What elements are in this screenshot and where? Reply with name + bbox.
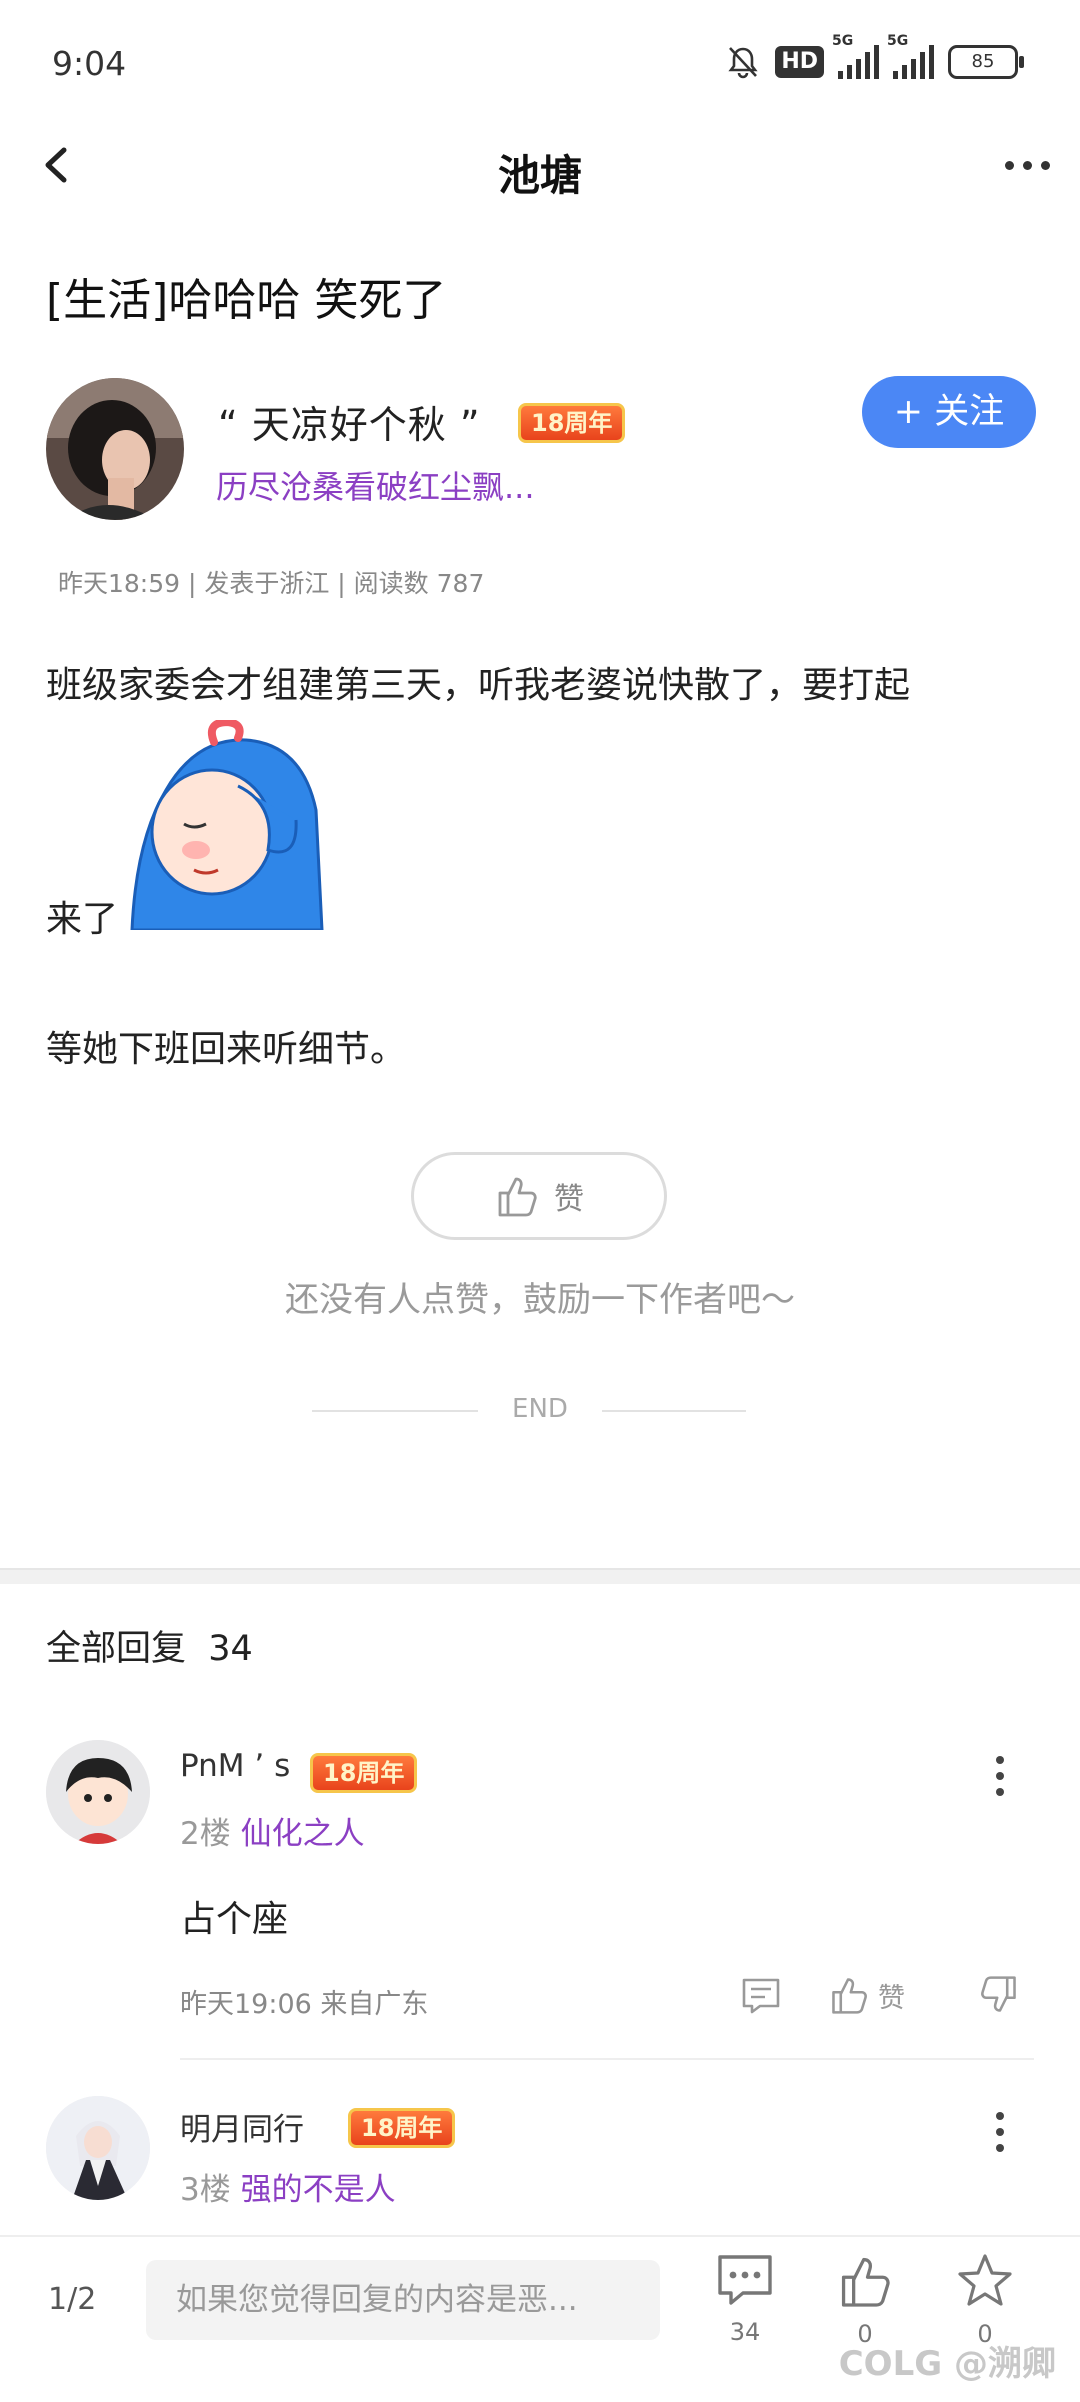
section-divider — [0, 1568, 1080, 1584]
reply-input[interactable]: 如果您觉得回复的内容是恶... — [146, 2260, 660, 2340]
star-icon — [958, 2254, 1012, 2306]
favorite-button[interactable]: 0 — [950, 2252, 1020, 2348]
reply-button[interactable] — [740, 1976, 782, 2016]
hd-badge: HD — [775, 46, 824, 78]
status-icons: HD 5G 5G 85 — [725, 33, 1024, 80]
commenter-name[interactable]: 明月同行 — [180, 2104, 304, 2149]
follow-button[interactable]: + 关注 — [862, 376, 1036, 448]
post-body-text: 来了 — [46, 899, 119, 940]
facepalm-sticker — [126, 717, 332, 932]
like-button[interactable]: 赞 — [411, 1152, 667, 1240]
signal-icon: 5G — [832, 33, 879, 79]
divider — [602, 1410, 746, 1412]
comment-more-button[interactable] — [990, 2112, 1010, 2152]
floor-label: 3楼 强的不是人 — [180, 2172, 396, 2208]
author-name[interactable]: “ 天凉好个秋 ” — [218, 394, 481, 449]
thumbs-up-icon — [841, 2257, 890, 2307]
comment-like-label: 赞 — [878, 1982, 905, 2014]
signal-icon: 5G — [887, 33, 934, 79]
anniversary-badge: 18周年 — [348, 2108, 456, 2148]
status-time: 9:04 — [52, 44, 127, 83]
thumbs-down-icon — [981, 1976, 1016, 2012]
author-avatar[interactable] — [46, 378, 184, 520]
avatar[interactable] — [46, 1740, 150, 1844]
author-signature: 历尽沧桑看破红尘飘... — [216, 468, 535, 506]
end-marker: END — [512, 1394, 568, 1424]
comment-icon — [742, 1978, 780, 2014]
thumbs-up-icon — [832, 1978, 867, 2014]
page-indicator[interactable]: 1/2 — [48, 2282, 96, 2317]
battery-icon: 85 — [948, 45, 1024, 79]
comment-like-button[interactable]: 赞 — [828, 1974, 905, 2016]
like-label: 赞 — [554, 1182, 584, 1217]
post-body-text: 班级家委会才组建第三天，听我老婆说快散了，要打起 — [46, 665, 911, 706]
watermark: COLG @溯卿 — [838, 2344, 1056, 2384]
anniversary-badge: 18周年 — [518, 403, 626, 443]
post-meta: 昨天18:59 | 发表于浙江 | 阅读数 787 — [58, 569, 485, 598]
more-options-button[interactable] — [1000, 148, 1054, 182]
post-body-text: 等她下班回来听细节。 — [46, 1029, 407, 1070]
page-title: 池塘 — [497, 151, 582, 200]
comment-count: 34 — [729, 2318, 761, 2346]
like-post-button[interactable]: 0 — [830, 2252, 900, 2348]
avatar[interactable] — [46, 2096, 150, 2200]
comment-meta: 昨天19:06 来自广东 — [180, 1989, 429, 2020]
comment-more-button[interactable] — [990, 1756, 1010, 1796]
anniversary-badge: 18周年 — [310, 1753, 418, 1793]
comments-button[interactable]: 34 — [710, 2252, 780, 2346]
comment-separator — [180, 2058, 1034, 2060]
mute-bell-icon — [728, 47, 758, 79]
thumbs-up-icon — [498, 1177, 537, 1217]
comment-icon — [718, 2255, 772, 2305]
comment-dislike-button[interactable] — [978, 1974, 1020, 2016]
replies-header: 全部回复 34 — [46, 1629, 253, 1669]
floor-label: 2楼 仙化之人 — [180, 1816, 365, 1852]
comment-text: 占个座 — [180, 1899, 289, 1940]
reply-count: 34 — [208, 1629, 253, 1669]
like-hint: 还没有人点赞，鼓励一下作者吧～ — [285, 1280, 795, 1320]
commenter-name[interactable]: PnM ’ s — [180, 1748, 290, 1784]
post-title: [生活]哈哈哈 笑死了 — [46, 275, 447, 326]
